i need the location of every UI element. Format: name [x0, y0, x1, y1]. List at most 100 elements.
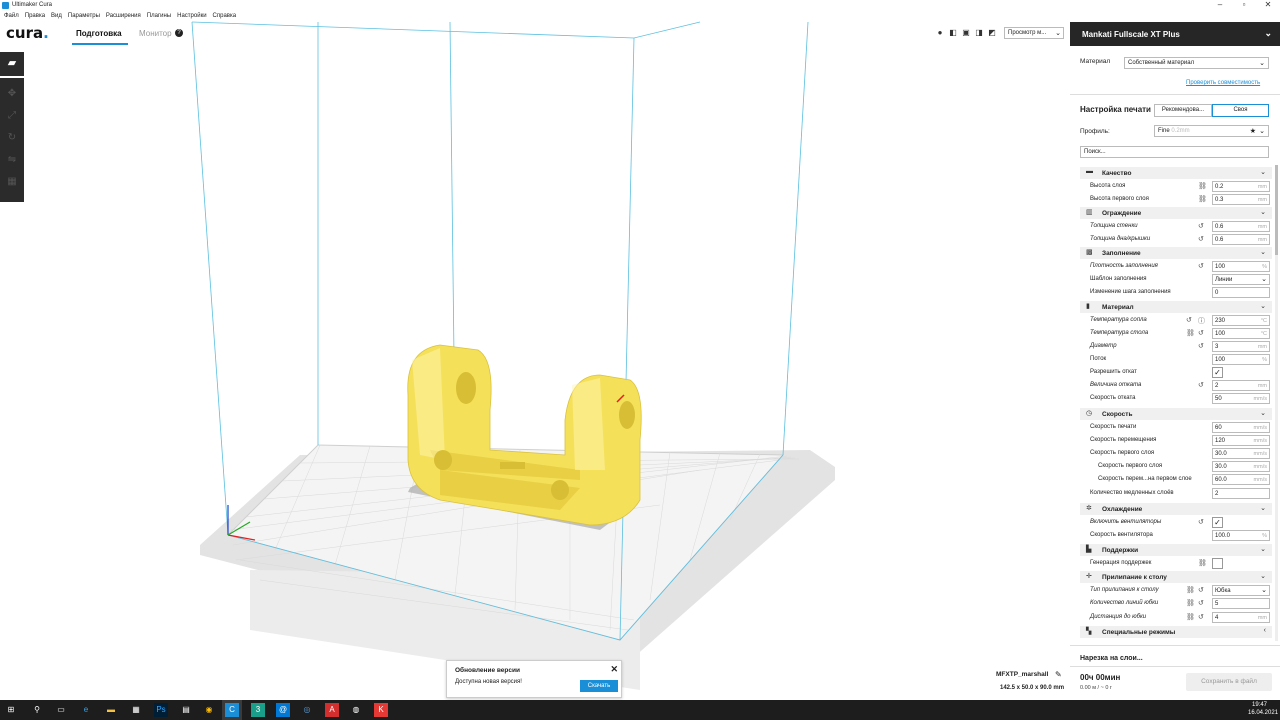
scale-icon[interactable]: ⤢	[4, 108, 20, 124]
setting-input[interactable]: 2	[1212, 488, 1270, 499]
reset-icon[interactable]: ↺	[1198, 222, 1204, 230]
app-icon[interactable]: ◎	[300, 703, 314, 717]
3d-viewport[interactable]	[0, 21, 1070, 700]
setting-input[interactable]: 60.0 mm/s	[1212, 474, 1270, 485]
setting-input[interactable]: 30.0 mm/s	[1212, 461, 1270, 472]
reset-icon[interactable]: ↺	[1198, 235, 1204, 243]
check-compatibility-link[interactable]: Проверить совместимость	[1186, 80, 1260, 86]
windows-taskbar: ⊞ ⚲ ▭ e ▬ ▦ Ps ▤ ◉ C 3 @ ◎ A ◍ K 19:47 1…	[0, 700, 1280, 720]
printer-selector[interactable]: Mankati Fullscale XT Plus ⌄	[1070, 22, 1280, 46]
setting-input[interactable]: 0.6 mm	[1212, 234, 1270, 245]
setting-dropdown[interactable]: Линии ⌄	[1212, 274, 1270, 285]
save-to-file-button[interactable]: Сохранить в файл	[1186, 673, 1272, 691]
windows-start-icon[interactable]: ⊞	[4, 703, 18, 717]
setting-dropdown[interactable]: Юбка ⌄	[1212, 585, 1270, 596]
category-quality[interactable]: ▬ Качество ⌄	[1080, 167, 1272, 179]
setting-input[interactable]: 120 mm/s	[1212, 435, 1270, 446]
adhesion-icon: ✛	[1086, 573, 1092, 580]
download-button[interactable]: Скачать	[580, 680, 618, 692]
calculator-icon[interactable]: ▤	[179, 703, 193, 717]
setting-input[interactable]: 100%	[1212, 354, 1270, 365]
setting-input[interactable]: 30.0 mm/s	[1212, 448, 1270, 459]
setting-input[interactable]: 5	[1212, 598, 1270, 609]
app-mail-icon[interactable]: @	[276, 703, 290, 717]
setting-input[interactable]: 2 mm	[1212, 380, 1270, 391]
app-globe-icon[interactable]: ◍	[349, 703, 363, 717]
profile-select[interactable]: Fine 0.2mm ★ ⌄	[1154, 125, 1269, 137]
cura-taskbar-icon[interactable]: C	[225, 703, 239, 717]
acrobat-icon[interactable]: A	[325, 703, 339, 717]
setting-input[interactable]: 100 °C	[1212, 328, 1270, 339]
profile-label: Профиль:	[1080, 128, 1110, 135]
folder-open-icon[interactable]: ▰	[0, 52, 24, 74]
app-3-icon[interactable]: 3	[251, 703, 265, 717]
search-icon[interactable]: ⚲	[30, 703, 44, 717]
setting-row: Высота слоя ⛓ 0.2 mm	[1080, 180, 1272, 193]
category-infill[interactable]: ▩ Заполнение ⌄	[1080, 247, 1272, 259]
setting-row: Включить вентиляторы ↺ ✓	[1080, 516, 1272, 529]
per-model-settings-icon[interactable]: ▦	[4, 174, 20, 190]
recommended-mode-button[interactable]: Рекомендова...	[1154, 104, 1212, 117]
category-support[interactable]: ▙ Поддержки ⌄	[1080, 544, 1272, 556]
category-speed[interactable]: ◷ Скорость ⌄	[1080, 408, 1272, 420]
setting-input[interactable]: 0	[1212, 287, 1270, 298]
close-icon[interactable]: ✕	[610, 664, 618, 675]
reset-icon[interactable]: ↺	[1198, 329, 1204, 337]
setting-input[interactable]: 50 mm/s	[1212, 393, 1270, 404]
special-modes-icon: ▚	[1086, 628, 1092, 635]
maximize-button[interactable]: ▫	[1232, 0, 1256, 11]
category-adhesion[interactable]: ✛ Прилипание к столу ⌄	[1080, 571, 1272, 583]
category-special-modes[interactable]: ▚ Специальные режимы ‹	[1080, 626, 1272, 638]
setting-row: Дистанция до юбки ⛓ ↺ 4 mm	[1080, 611, 1272, 624]
reset-icon[interactable]: ↺	[1198, 518, 1204, 526]
setting-row: Скорость первого слоя 30.0 mm/s	[1080, 460, 1272, 473]
store-icon[interactable]: ▦	[129, 703, 143, 717]
reset-icon[interactable]: ↺	[1198, 262, 1204, 270]
setting-input[interactable]: 100%	[1212, 261, 1270, 272]
scroll-thumb[interactable]	[1275, 165, 1278, 255]
setting-input[interactable]: 60 mm/s	[1212, 422, 1270, 433]
category-material[interactable]: ▮ Материал ⌄	[1080, 301, 1272, 313]
chevron-down-icon: ⌄	[1260, 303, 1266, 310]
photoshop-icon[interactable]: Ps	[154, 703, 168, 717]
reset-icon[interactable]: ↺	[1198, 613, 1204, 621]
category-cooling[interactable]: ✲ Охлаждение ⌄	[1080, 503, 1272, 515]
setting-row: Высота первого слоя ⛓ 0.3 mm	[1080, 193, 1272, 206]
material-select[interactable]: Собственный материал ⌄	[1124, 57, 1269, 69]
setting-input[interactable]: 0.2 mm	[1212, 181, 1270, 192]
setting-input[interactable]: 3 mm	[1212, 341, 1270, 352]
reset-icon[interactable]: ↺	[1198, 342, 1204, 350]
category-shell[interactable]: ▥ Ограждение ⌄	[1080, 207, 1272, 219]
mirror-icon[interactable]: ⇋	[4, 152, 20, 168]
setting-input[interactable]: 4 mm	[1212, 612, 1270, 623]
reset-icon[interactable]: ↺	[1186, 316, 1192, 324]
setting-checkbox[interactable]	[1212, 558, 1223, 569]
setting-checkbox[interactable]: ✓	[1212, 517, 1223, 528]
settings-list[interactable]: ▬ Качество ⌄ Высота слоя ⛓ 0.2 mm Высота перв…	[1080, 165, 1272, 641]
custom-mode-button[interactable]: Своя	[1212, 104, 1269, 117]
setting-input[interactable]: 0.6 mm	[1212, 221, 1270, 232]
chevron-down-icon: ⌄	[1261, 276, 1267, 283]
link-icon: ⛓	[1186, 330, 1195, 337]
close-window-button[interactable]: ✕	[1256, 0, 1280, 11]
divider	[1070, 94, 1280, 95]
setting-input[interactable]: 230 °C	[1212, 315, 1270, 326]
reset-icon[interactable]: ↺	[1198, 599, 1204, 607]
setting-input[interactable]: 0.3 mm	[1212, 194, 1270, 205]
reset-icon[interactable]: ↺	[1198, 381, 1204, 389]
move-icon[interactable]: ✥	[4, 86, 20, 102]
setting-checkbox[interactable]: ✓	[1212, 367, 1223, 378]
task-view-icon[interactable]: ▭	[54, 703, 68, 717]
minimize-button[interactable]: –	[1208, 0, 1232, 11]
reset-icon[interactable]: ↺	[1198, 586, 1204, 594]
chrome-icon[interactable]: ◉	[202, 703, 216, 717]
pencil-icon[interactable]: ✎	[1055, 670, 1062, 679]
app-k-icon[interactable]: K	[374, 703, 388, 717]
setting-input[interactable]: 100.0%	[1212, 530, 1270, 541]
rotate-icon[interactable]: ↻	[4, 130, 20, 146]
explorer-icon[interactable]: ▬	[104, 703, 118, 717]
settings-scrollbar[interactable]	[1275, 165, 1278, 641]
setting-row: Изменение шага заполнения 0	[1080, 286, 1272, 299]
edge-icon[interactable]: e	[79, 703, 93, 717]
settings-search-input[interactable]: Поиск...	[1080, 146, 1269, 158]
